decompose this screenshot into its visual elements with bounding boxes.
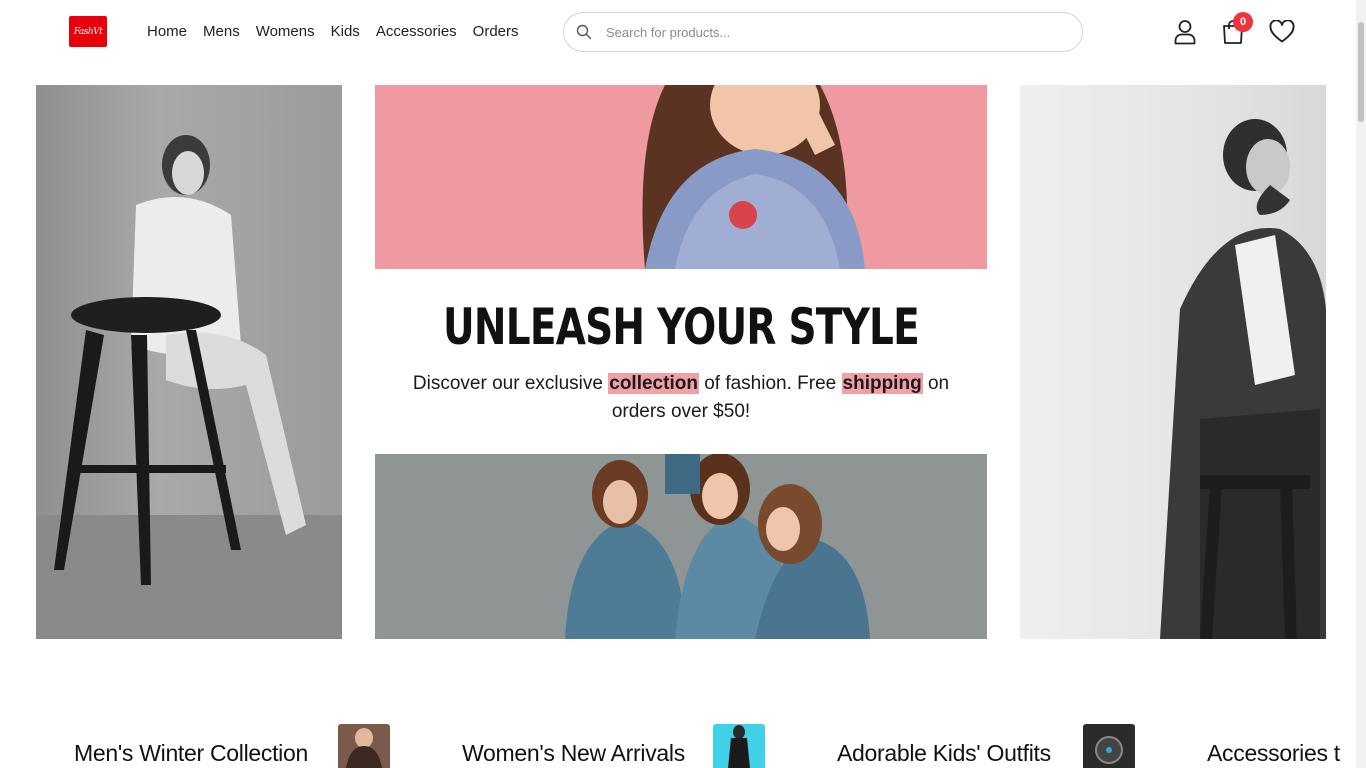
nav-mens[interactable]: Mens <box>203 22 240 42</box>
hero-image-man <box>1020 85 1326 639</box>
hero-image-girls-denim <box>375 454 987 639</box>
highlight-collection: collection <box>608 373 699 394</box>
category-kids-outfits[interactable]: Adorable Kids' Outfits <box>837 740 1051 767</box>
brand-logo[interactable]: FashVt <box>69 16 107 47</box>
heart-icon <box>1269 20 1295 43</box>
search-input[interactable] <box>606 24 1046 40</box>
hero-subtitle-part1: Discover our exclusive <box>412 373 609 394</box>
page-scrollbar[interactable] <box>1356 0 1366 768</box>
category-mens-winter[interactable]: Men's Winter Collection <box>74 740 308 767</box>
site-header: FashVt Home Mens Womens Kids Accessories… <box>0 0 1356 66</box>
cart-count-badge: 0 <box>1233 12 1253 32</box>
nav-home[interactable]: Home <box>147 22 187 42</box>
hero-image-woman <box>36 85 342 639</box>
nav-womens[interactable]: Womens <box>256 22 315 42</box>
account-button[interactable] <box>1172 18 1198 46</box>
category-thumb-womens[interactable] <box>713 724 765 768</box>
category-thumb-mens[interactable] <box>338 724 390 768</box>
nav-accessories[interactable]: Accessories <box>376 22 457 42</box>
search-bar <box>563 12 1083 52</box>
category-womens-new[interactable]: Women's New Arrivals <box>462 740 685 767</box>
category-thumb-kids[interactable] <box>1083 724 1135 768</box>
nav-orders[interactable]: Orders <box>473 22 519 42</box>
brand-logo-text: FashVt <box>73 26 103 37</box>
hero-subtitle: Discover our exclusive collection of fas… <box>411 370 951 426</box>
hero-title: UNLEASH YOUR STYLE <box>443 298 920 356</box>
user-icon <box>1174 20 1196 45</box>
wishlist-button[interactable] <box>1269 18 1295 46</box>
nav-kids[interactable]: Kids <box>331 22 360 42</box>
hero-subtitle-part2: of fashion. Free <box>698 373 842 394</box>
scrollbar-thumb[interactable] <box>1358 22 1364 122</box>
hero-text-block: UNLEASH YOUR STYLE Discover our exclusiv… <box>375 296 987 426</box>
category-accessories[interactable]: Accessories t <box>1207 740 1340 767</box>
hero-image-girl-pink <box>375 85 987 269</box>
main-nav: Home Mens Womens Kids Accessories Orders <box>147 22 535 42</box>
highlight-shipping: shipping <box>841 373 923 394</box>
search-icon <box>576 24 592 40</box>
